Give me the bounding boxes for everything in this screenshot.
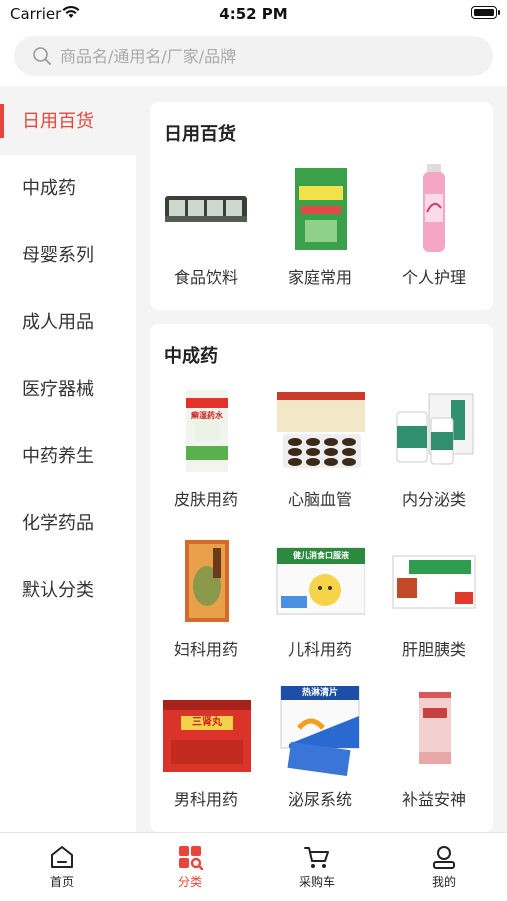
- category-label: 泌尿系统: [287, 790, 352, 809]
- food-package-image: [161, 164, 251, 254]
- orange-box-image: [161, 536, 251, 626]
- category-item[interactable]: 心脑血管: [270, 386, 370, 510]
- battery-icon: [471, 6, 500, 19]
- cart-icon: [304, 847, 329, 868]
- category-sidebar: 日用百货 中成药 母婴系列 成人用品 医疗器械 中药养生 化学药品 默认分类: [0, 88, 136, 832]
- category-label: 家庭常用: [287, 268, 352, 287]
- tab-label: 采购车: [298, 875, 335, 889]
- search-bar: [0, 30, 507, 86]
- sidebar-item-herbal-wellness[interactable]: 中药养生: [0, 423, 136, 490]
- category-item[interactable]: 食品饮料: [156, 164, 256, 288]
- tab-category[interactable]: 分类: [150, 843, 230, 890]
- search-icon: [33, 47, 51, 65]
- category-item[interactable]: 三肾丸 男科用药: [156, 686, 256, 810]
- bottom-tab-bar: 首页 分类 采购车 我的: [0, 832, 507, 901]
- category-label: 妇科用药: [173, 640, 238, 659]
- category-item[interactable]: 妇科用药: [156, 536, 256, 660]
- search-input[interactable]: [60, 36, 460, 76]
- sidebar-item-chinese-patent-medicine[interactable]: 中成药: [0, 155, 136, 222]
- box-text: 健儿消食口服液: [293, 551, 349, 560]
- search-box[interactable]: [14, 36, 493, 76]
- section-title: 中成药: [164, 346, 218, 367]
- blue-box-image: 热淋清片: [275, 685, 365, 777]
- sidebar-item-adult-products[interactable]: 成人用品: [0, 289, 136, 356]
- category-label: 食品饮料: [173, 268, 238, 287]
- category-item[interactable]: 热淋清片 泌尿系统: [270, 685, 370, 810]
- sidebar-item-maternal-baby[interactable]: 母婴系列: [0, 222, 136, 289]
- user-icon: [433, 846, 455, 869]
- category-label: 个人护理: [401, 268, 466, 287]
- category-item[interactable]: 肝胆胰类: [384, 536, 484, 660]
- pill-blister-image: [275, 386, 365, 476]
- pink-box-image: [389, 686, 479, 776]
- tab-label: 分类: [177, 875, 202, 889]
- sidebar-item-default[interactable]: 默认分类: [0, 557, 136, 624]
- category-label: 内分泌类: [401, 490, 466, 509]
- category-label: 儿科用药: [287, 640, 352, 659]
- tab-cart[interactable]: 采购车: [277, 843, 357, 890]
- kids-medicine-image: 健儿消食口服液: [275, 536, 366, 626]
- box-text: 三肾丸: [192, 717, 222, 728]
- tab-profile[interactable]: 我的: [404, 843, 484, 890]
- category-item[interactable]: 内分泌类: [384, 386, 484, 510]
- category-icon: [179, 846, 204, 871]
- sidebar-item-medical-devices[interactable]: 医疗器械: [0, 356, 136, 423]
- pink-bottle-image: [389, 164, 479, 254]
- tab-home[interactable]: 首页: [22, 843, 102, 890]
- category-label: 皮肤用药: [173, 490, 238, 509]
- status-bar: Carrier 4:52 PM: [0, 0, 507, 30]
- box-text: 热淋清片: [301, 688, 338, 698]
- tab-label: 首页: [49, 875, 74, 889]
- medicine-box-image: 癣湿药水: [161, 386, 251, 476]
- pill-bottles-image: [389, 386, 479, 476]
- green-box-image: [275, 164, 365, 254]
- section-title: 日用百货: [164, 124, 236, 145]
- section-card-daily-goods: 日用百货 食品饮料 家庭常用 个人护理: [150, 102, 493, 310]
- red-box-image: 三肾丸: [161, 686, 251, 776]
- sidebar-item-chemical-drugs[interactable]: 化学药品: [0, 490, 136, 557]
- category-label: 男科用药: [173, 790, 238, 809]
- capsule-box-image: [389, 536, 479, 626]
- category-label: 补益安神: [401, 790, 466, 809]
- category-label: 心脑血管: [287, 490, 352, 509]
- home-icon: [51, 846, 73, 868]
- category-item[interactable]: 家庭常用: [270, 164, 370, 288]
- category-item[interactable]: 健儿消食口服液 儿科用药: [270, 536, 370, 660]
- tab-label: 我的: [431, 875, 456, 889]
- category-item[interactable]: 个人护理: [384, 164, 484, 288]
- category-item[interactable]: 癣湿药水 皮肤用药: [156, 386, 256, 510]
- category-item[interactable]: 补益安神: [384, 686, 484, 810]
- category-label: 肝胆胰类: [401, 640, 466, 659]
- clock: 4:52 PM: [219, 5, 288, 23]
- sidebar-item-daily-goods[interactable]: 日用百货: [0, 88, 136, 155]
- box-text: 癣湿药水: [191, 411, 223, 420]
- section-card-chinese-medicine: 中成药 癣湿药水 皮肤用药 心脑血管 内分泌类 妇科用药 健儿消食口服液 儿科用…: [150, 324, 493, 832]
